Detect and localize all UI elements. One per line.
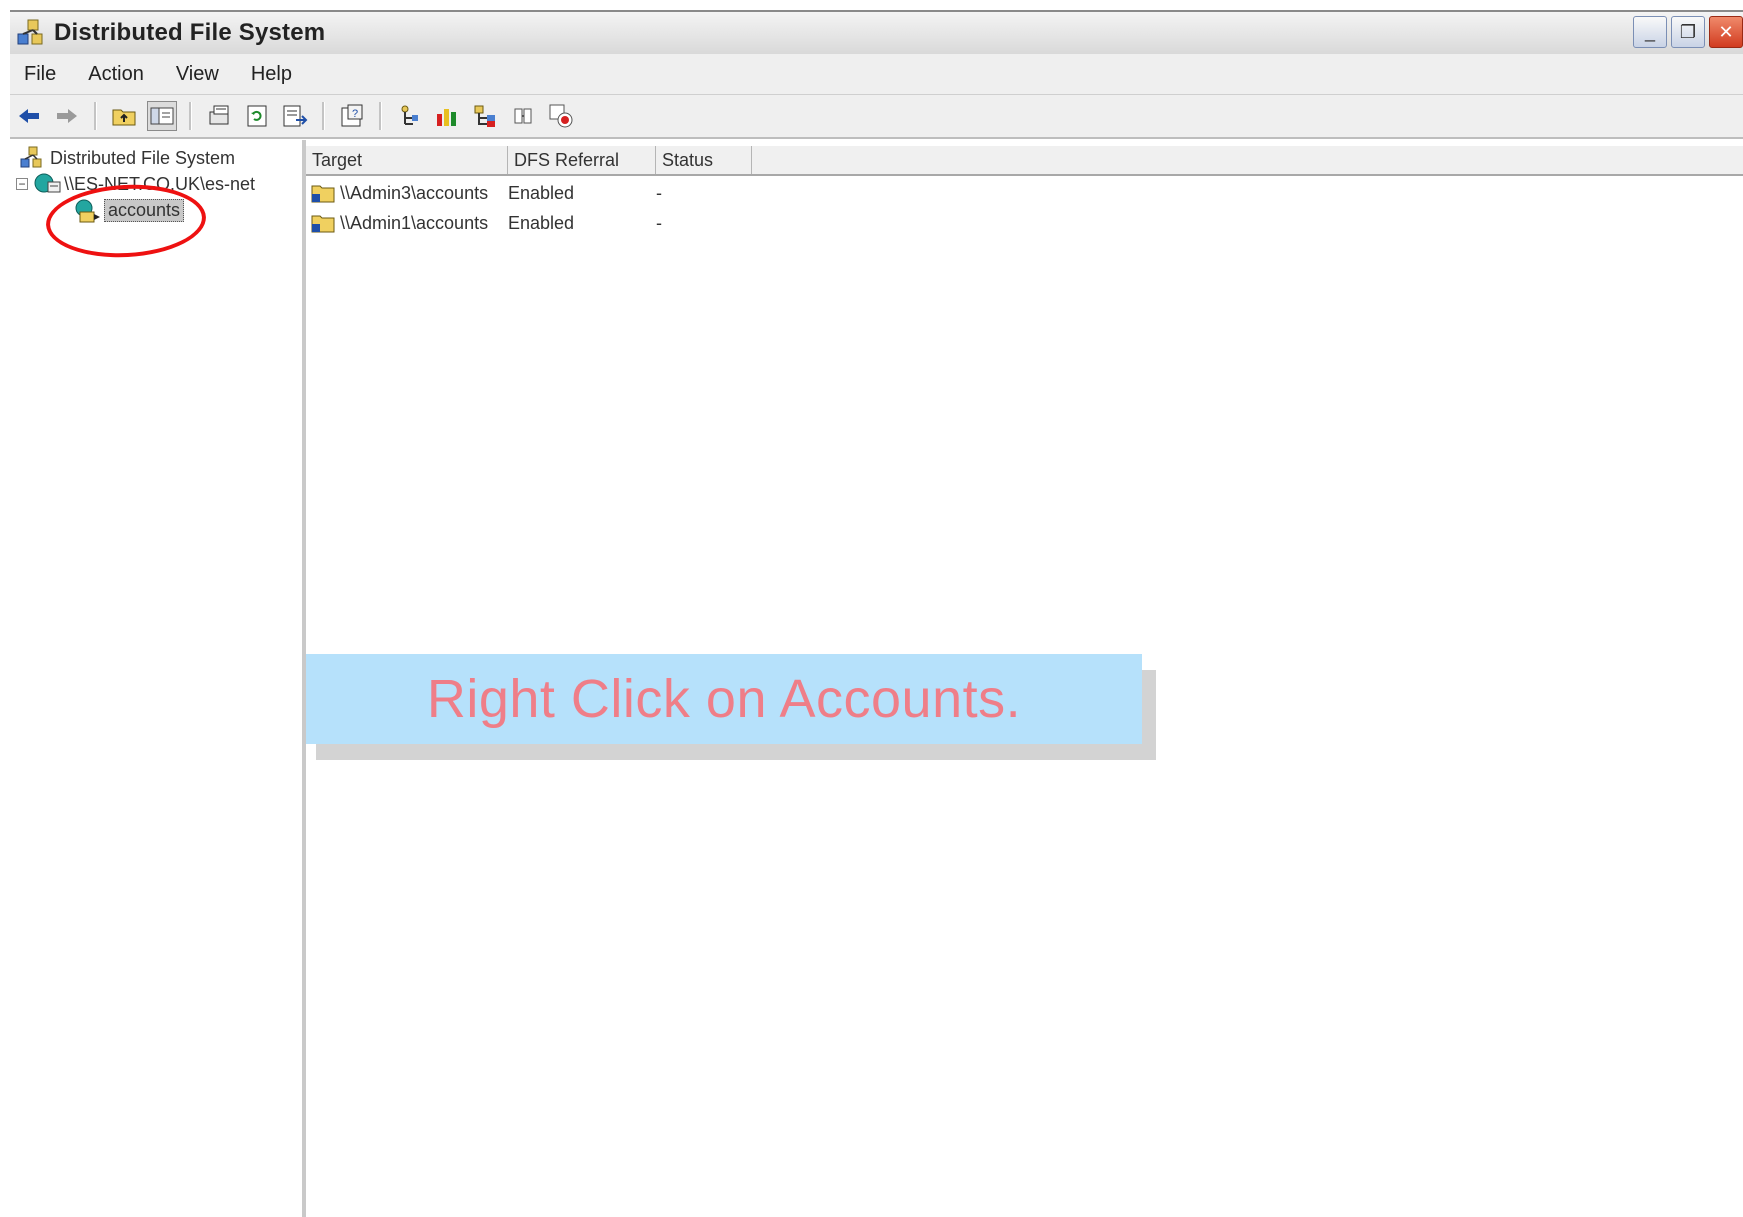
- svg-text:?: ?: [352, 108, 358, 120]
- column-header-status[interactable]: Status: [656, 146, 752, 174]
- export-list-button[interactable]: [280, 101, 310, 131]
- properties-button[interactable]: [204, 101, 234, 131]
- target-cell: \\Admin1\accounts: [310, 212, 508, 234]
- minimize-icon: _: [1644, 21, 1655, 42]
- instruction-callout: Right Click on Accounts.: [306, 654, 1142, 744]
- up-one-level-button[interactable]: [109, 101, 139, 131]
- list-header: Target DFS Referral Status: [306, 146, 1743, 176]
- status-cell: -: [656, 212, 662, 233]
- close-button[interactable]: ✕: [1709, 16, 1743, 48]
- close-icon: ✕: [1718, 21, 1734, 42]
- dfs-root-icon: [34, 172, 61, 196]
- forward-button[interactable]: [52, 101, 82, 131]
- dfs-window: Distributed File System _ ❐ ✕ File Actio…: [0, 0, 1743, 1217]
- menu-file[interactable]: File: [20, 61, 60, 88]
- menu-bar: File Action View Help: [10, 54, 1743, 95]
- target-path: \\Admin3\accounts: [340, 182, 489, 203]
- back-button[interactable]: [14, 101, 44, 131]
- dfs-console-icon: [20, 146, 44, 170]
- column-header-target[interactable]: Target: [306, 146, 508, 174]
- menu-view[interactable]: View: [172, 61, 223, 88]
- collapse-toggle[interactable]: −: [16, 178, 28, 190]
- toolbar-separator: [189, 102, 192, 130]
- tree-root-label: Distributed File System: [50, 147, 236, 168]
- up-folder-icon: [112, 109, 136, 126]
- list-item[interactable]: \\Admin1\accounts Enabled -: [310, 210, 736, 236]
- tree-link-label: accounts: [104, 198, 185, 222]
- minimize-button[interactable]: _: [1633, 16, 1667, 48]
- shared-folder-icon: [310, 182, 336, 204]
- properties-icon: [209, 105, 229, 125]
- referral-cell: Enabled: [508, 182, 575, 203]
- restore-icon: ❐: [1679, 21, 1697, 42]
- refresh-icon: [247, 105, 267, 127]
- column-header-dfs-referral[interactable]: DFS Referral: [508, 146, 656, 174]
- help-doc-icon: ?: [341, 104, 363, 127]
- toolbar-separator: [379, 102, 382, 130]
- forward-icon: [57, 109, 77, 123]
- tree-item-accounts[interactable]: accounts: [74, 198, 185, 223]
- shared-folder-icon: [310, 212, 336, 234]
- toolbar: ?: [10, 95, 1743, 139]
- refresh-button[interactable]: [242, 101, 272, 131]
- list-item[interactable]: \\Admin3\accounts Enabled -: [310, 180, 736, 206]
- tree-item-dfs-root[interactable]: Distributed File System: [20, 146, 235, 170]
- menu-help[interactable]: Help: [247, 61, 296, 88]
- new-root-button[interactable]: [394, 101, 424, 131]
- target-cell: \\Admin3\accounts: [310, 182, 508, 204]
- new-link-icon: [474, 105, 495, 127]
- target-path: \\Admin1\accounts: [340, 212, 489, 233]
- check-status-icon: [549, 104, 573, 128]
- instruction-text: Right Click on Accounts.: [426, 669, 1022, 729]
- show-hide-tree-button[interactable]: [147, 101, 177, 131]
- help-button[interactable]: ?: [337, 101, 367, 131]
- new-link-button[interactable]: [470, 101, 500, 131]
- restore-button[interactable]: ❐: [1671, 16, 1705, 48]
- tree-pane: Distributed File System − \\ES-NET.CO.UK…: [10, 140, 306, 1217]
- tree-item-dfs-namespace[interactable]: − \\ES-NET.CO.UK\es-net: [16, 172, 255, 196]
- show-hide-tree-icon: [150, 107, 174, 125]
- dfs-app-icon: [16, 18, 46, 48]
- toolbar-separator: [94, 102, 97, 130]
- title-bar[interactable]: Distributed File System _ ❐ ✕: [10, 10, 1743, 55]
- new-root-icon: [401, 105, 418, 125]
- toolbar-separator: [322, 102, 325, 130]
- window-title: Distributed File System: [54, 19, 326, 46]
- menu-action[interactable]: Action: [84, 61, 148, 88]
- status-chart-button[interactable]: [432, 101, 462, 131]
- export-list-icon: [283, 105, 308, 127]
- back-icon: [19, 109, 39, 123]
- dfs-link-icon: [74, 198, 100, 223]
- replication-button[interactable]: [508, 101, 538, 131]
- window-controls: _ ❐ ✕: [1633, 16, 1743, 48]
- tree-dfs-root-label: \\ES-NET.CO.UK\es-net: [64, 173, 256, 194]
- check-status-button[interactable]: [546, 101, 576, 131]
- replication-icon: [514, 108, 532, 124]
- status-chart-icon: [437, 109, 456, 126]
- referral-cell: Enabled: [508, 212, 575, 233]
- status-cell: -: [656, 182, 662, 203]
